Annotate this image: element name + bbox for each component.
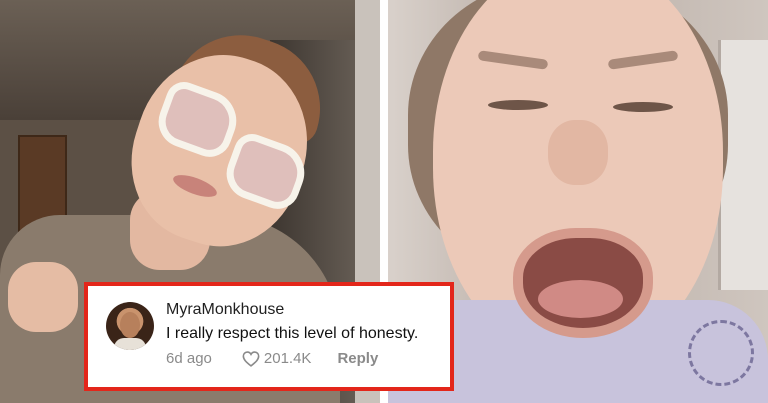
left-photo-hand bbox=[8, 262, 78, 332]
comment-text: I really respect this level of honesty. bbox=[166, 325, 419, 342]
reply-button[interactable]: Reply bbox=[337, 350, 378, 367]
right-photo-shirt-pattern bbox=[688, 320, 754, 386]
comment-username[interactable]: MyraMonkhouse bbox=[166, 301, 284, 319]
right-photo-nose bbox=[548, 120, 608, 185]
avatar[interactable] bbox=[106, 302, 154, 350]
right-photo-eye-right bbox=[613, 102, 673, 112]
right-photo-tongue bbox=[538, 280, 623, 318]
comment-timestamp: 6d ago bbox=[166, 350, 212, 367]
comment-card: MyraMonkhouse I really respect this leve… bbox=[84, 282, 454, 391]
heart-outline-icon[interactable] bbox=[242, 350, 260, 367]
right-photo-eye-left bbox=[488, 100, 548, 110]
avatar-shirt bbox=[114, 338, 146, 350]
like-count: 201.4K bbox=[263, 350, 312, 367]
avatar-face bbox=[120, 312, 140, 338]
comment-meta: 6d ago 201.4K Reply bbox=[166, 350, 378, 367]
